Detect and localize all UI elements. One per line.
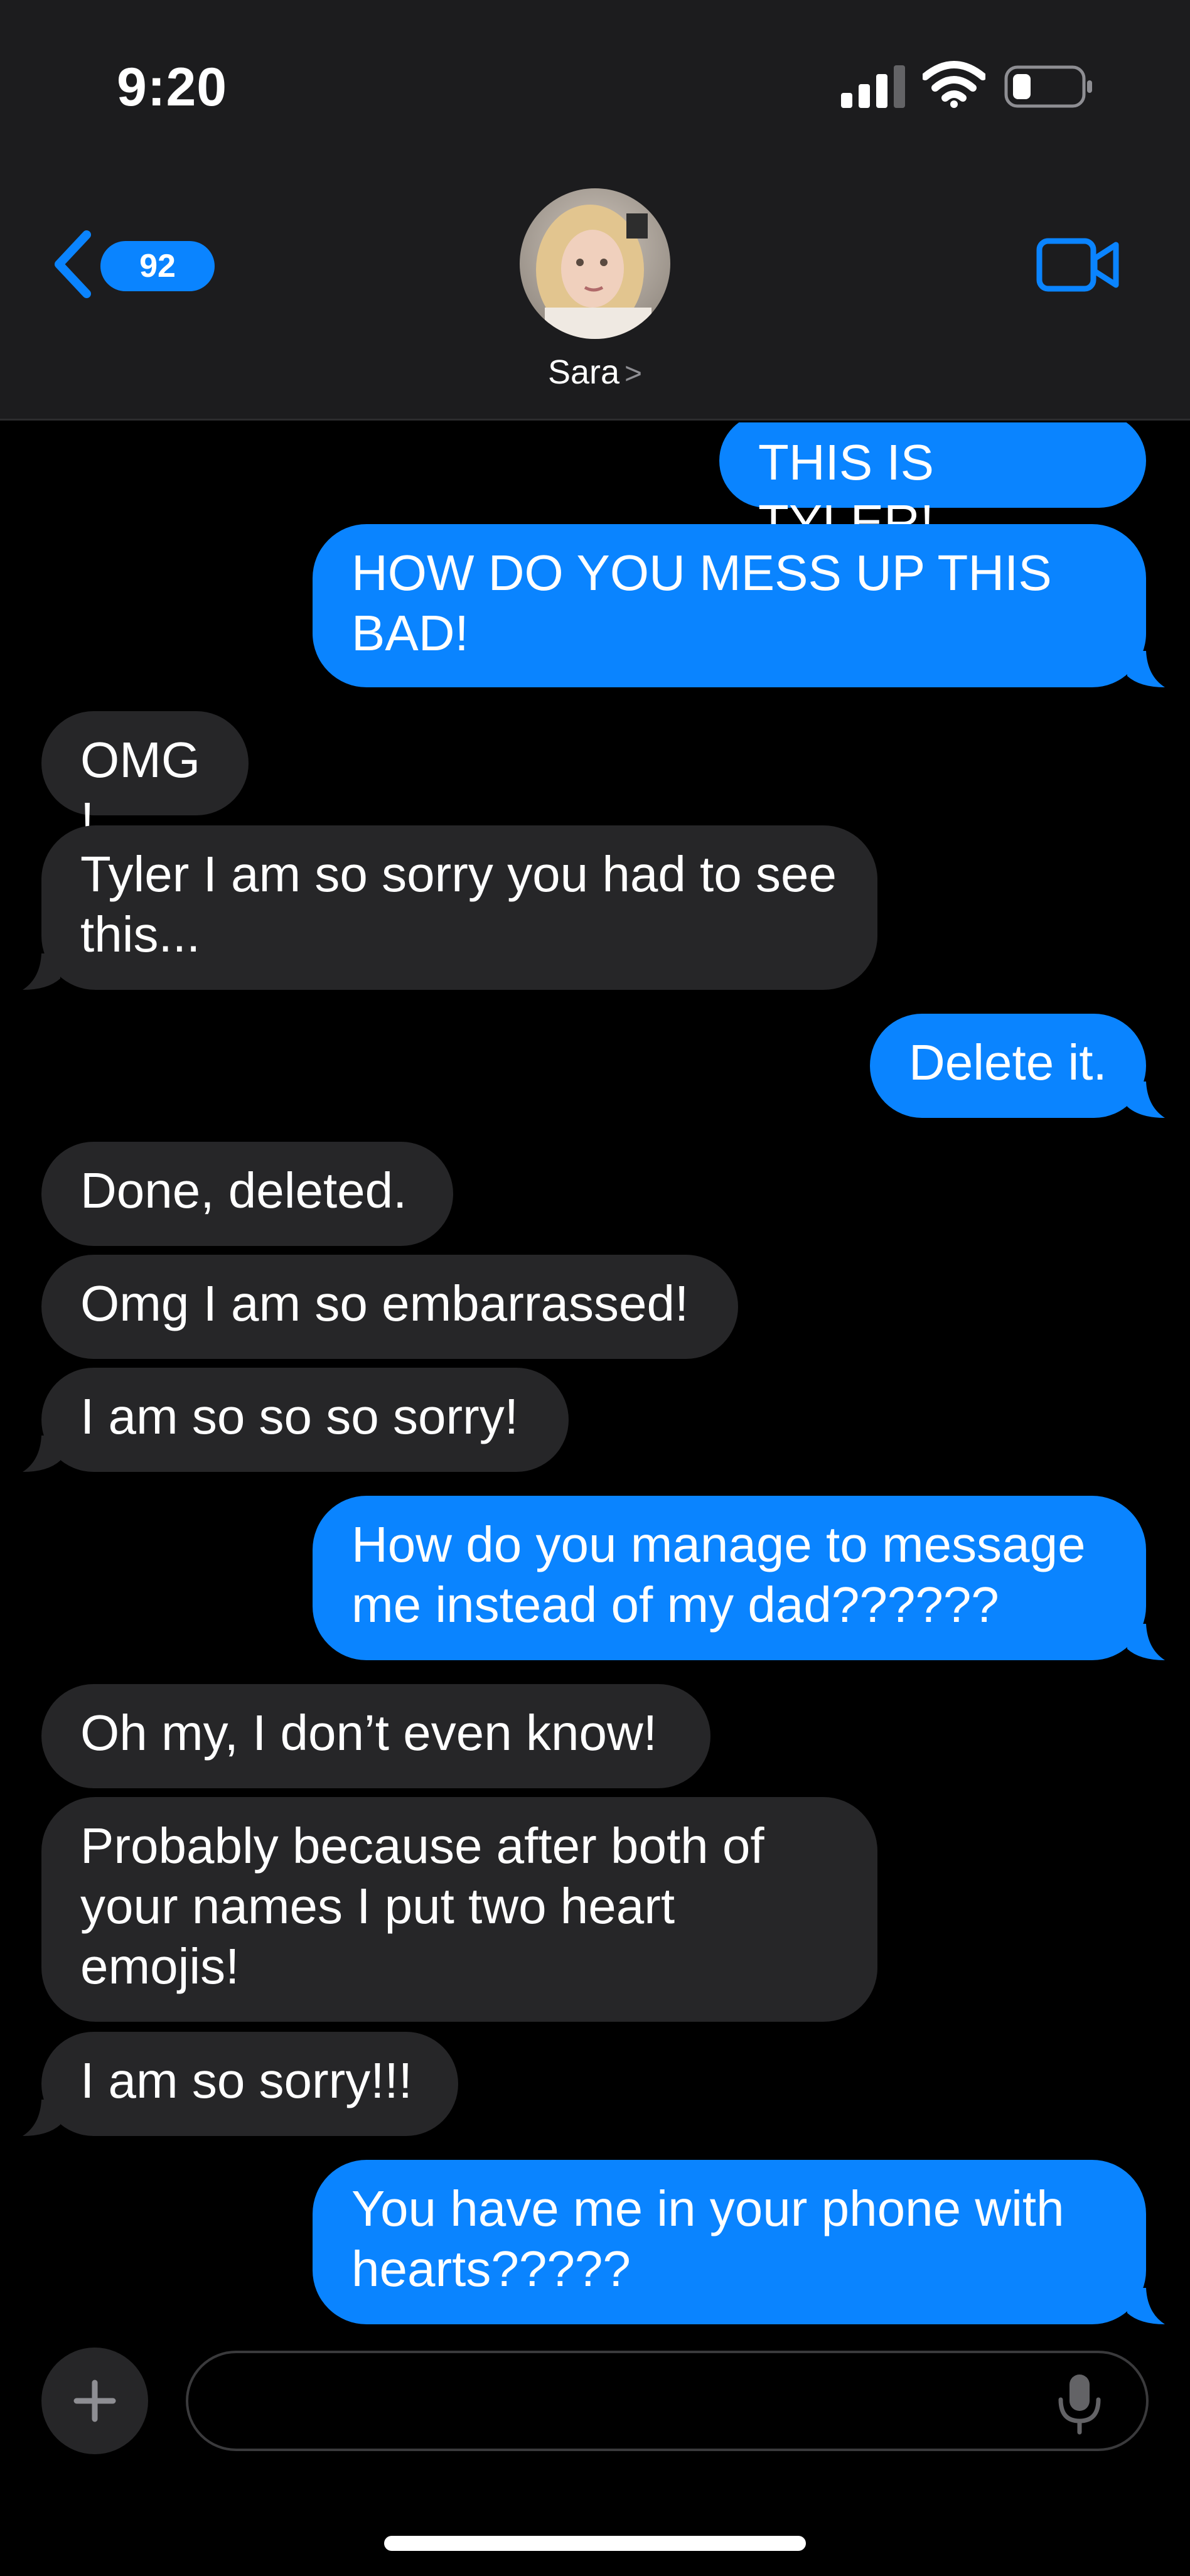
contact-photo xyxy=(520,188,670,339)
contact-avatar[interactable] xyxy=(520,188,670,339)
contact-name-button[interactable]: Sara > xyxy=(0,353,1190,392)
microphone-icon[interactable] xyxy=(1054,2371,1105,2436)
home-indicator[interactable] xyxy=(384,2536,806,2551)
received-message-bubble[interactable]: Tyler I am so sorry you had to see this.… xyxy=(41,825,877,990)
add-attachment-button[interactable] xyxy=(41,2348,148,2454)
received-bubble-tail xyxy=(23,953,60,990)
sent-bubble-tail xyxy=(1127,1624,1165,1660)
received-message-bubble[interactable]: Omg I am so embarrassed! xyxy=(41,1255,738,1359)
message-compose-field[interactable] xyxy=(186,2351,1149,2451)
unread-count-badge: 92 xyxy=(100,241,215,291)
received-message-bubble[interactable]: I am so so so sorry! xyxy=(41,1368,569,1472)
sent-message-bubble[interactable]: HOW DO YOU MESS UP THIS BAD! xyxy=(313,524,1146,687)
sent-bubble-tail xyxy=(1127,651,1165,687)
sent-bubble-tail xyxy=(1127,1081,1165,1118)
message-input[interactable] xyxy=(226,2372,1042,2432)
back-button[interactable]: 92 xyxy=(50,223,215,305)
contact-name: Sara xyxy=(547,353,620,391)
plus-icon xyxy=(73,2380,116,2422)
battery-low-icon xyxy=(1004,65,1092,108)
sent-message-bubble[interactable]: THIS IS TYLER! xyxy=(719,422,1146,550)
conversation-header: 9:20 92 Sara > xyxy=(0,0,1190,421)
message-thread: THIS IS TYLER! HOW DO YOU MESS UP THIS BA… xyxy=(0,422,1190,2335)
status-time: 9:20 xyxy=(117,57,228,117)
sent-message-bubble[interactable]: You have me in your phone with hearts???… xyxy=(313,2160,1146,2324)
cellular-signal-icon xyxy=(841,65,905,108)
chevron-right-icon: > xyxy=(624,357,643,390)
received-message-bubble[interactable]: Probably because after both of your name… xyxy=(41,1797,877,2022)
chevron-left-icon xyxy=(55,230,91,298)
messages-app: 9:20 92 Sara > THIS IS TYLER! HOW DO YOU… xyxy=(0,0,1190,2576)
received-bubble-tail xyxy=(23,2100,60,2136)
sent-bubble-tail xyxy=(1127,2288,1165,2324)
wifi-icon xyxy=(923,61,985,108)
received-message-bubble[interactable]: Oh my, I don’t even know! xyxy=(41,1684,710,1788)
video-camera-icon[interactable] xyxy=(1036,235,1121,295)
received-message-bubble[interactable]: Done, deleted. xyxy=(41,1142,453,1246)
received-bubble-tail xyxy=(23,1436,60,1472)
sent-message-bubble[interactable]: Delete it. xyxy=(870,1014,1146,1118)
received-message-bubble[interactable]: OMG! xyxy=(41,711,249,848)
received-message-bubble[interactable]: I am so sorry!!! xyxy=(41,2032,458,2136)
sent-message-bubble[interactable]: How do you manage to message me instead … xyxy=(313,1496,1146,1660)
